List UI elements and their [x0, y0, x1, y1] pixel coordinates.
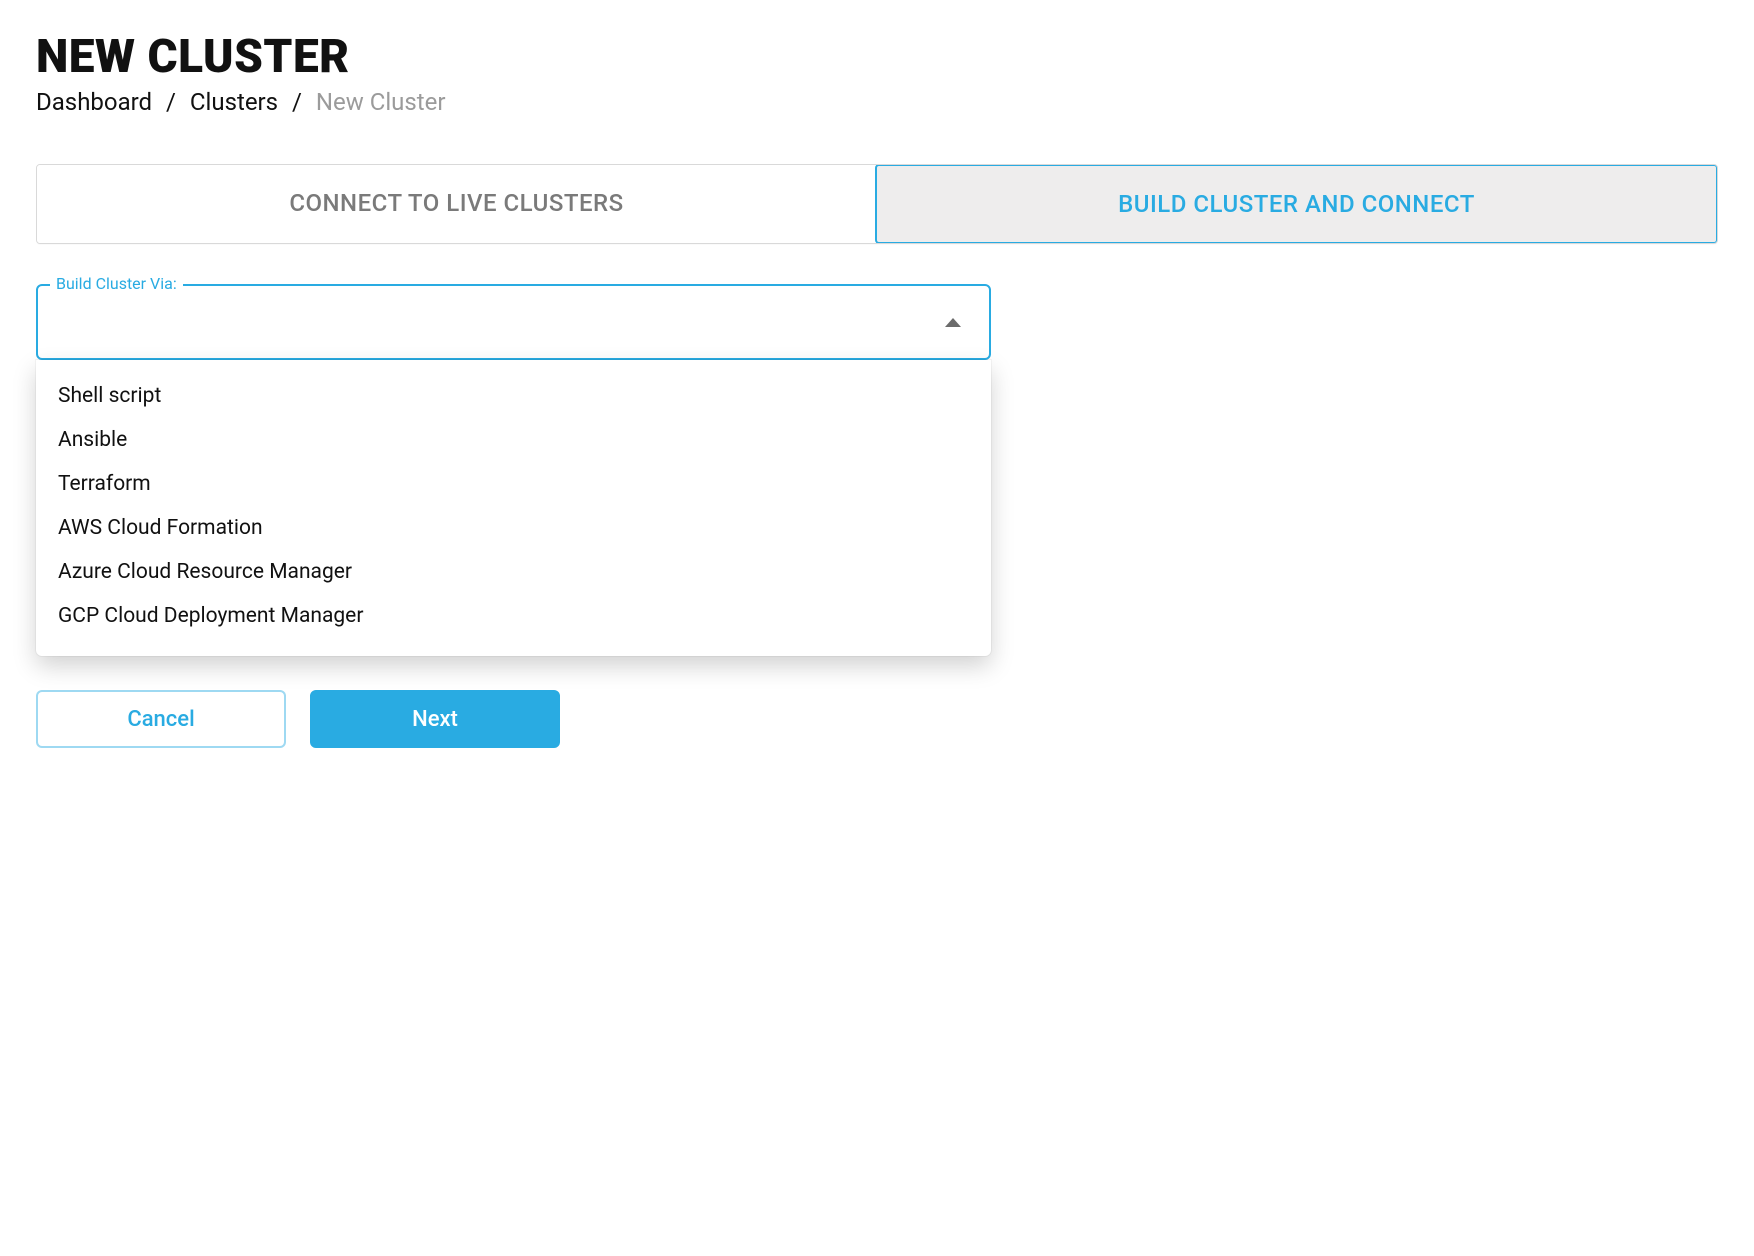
breadcrumb-clusters[interactable]: Clusters [190, 88, 278, 116]
breadcrumb: Dashboard / Clusters / New Cluster [36, 88, 1718, 116]
chevron-up-icon [945, 318, 961, 327]
action-row: Cancel Next [36, 690, 991, 748]
option-azure-crm[interactable]: Azure Cloud Resource Manager [36, 550, 991, 594]
tab-connect-live[interactable]: CONNECT TO LIVE CLUSTERS [37, 165, 876, 243]
next-button[interactable]: Next [310, 690, 560, 748]
breadcrumb-dashboard[interactable]: Dashboard [36, 88, 152, 116]
build-via-label: Build Cluster Via: [50, 274, 183, 293]
build-via-field: Build Cluster Via: Shell script Ansible … [36, 284, 991, 748]
cancel-button[interactable]: Cancel [36, 690, 286, 748]
breadcrumb-separator: / [292, 88, 302, 116]
build-via-dropdown: Shell script Ansible Terraform AWS Cloud… [36, 360, 991, 656]
tabs: CONNECT TO LIVE CLUSTERS BUILD CLUSTER A… [36, 164, 1718, 244]
build-via-select[interactable] [36, 284, 991, 360]
breadcrumb-current: New Cluster [316, 88, 446, 116]
option-gcp-cdm[interactable]: GCP Cloud Deployment Manager [36, 594, 991, 638]
option-shell-script[interactable]: Shell script [36, 374, 991, 418]
option-terraform[interactable]: Terraform [36, 462, 991, 506]
tab-build-connect[interactable]: BUILD CLUSTER AND CONNECT [875, 164, 1718, 244]
page-title: NEW CLUSTER [36, 30, 1718, 84]
option-ansible[interactable]: Ansible [36, 418, 991, 462]
breadcrumb-separator: / [166, 88, 176, 116]
option-aws-cloud-formation[interactable]: AWS Cloud Formation [36, 506, 991, 550]
